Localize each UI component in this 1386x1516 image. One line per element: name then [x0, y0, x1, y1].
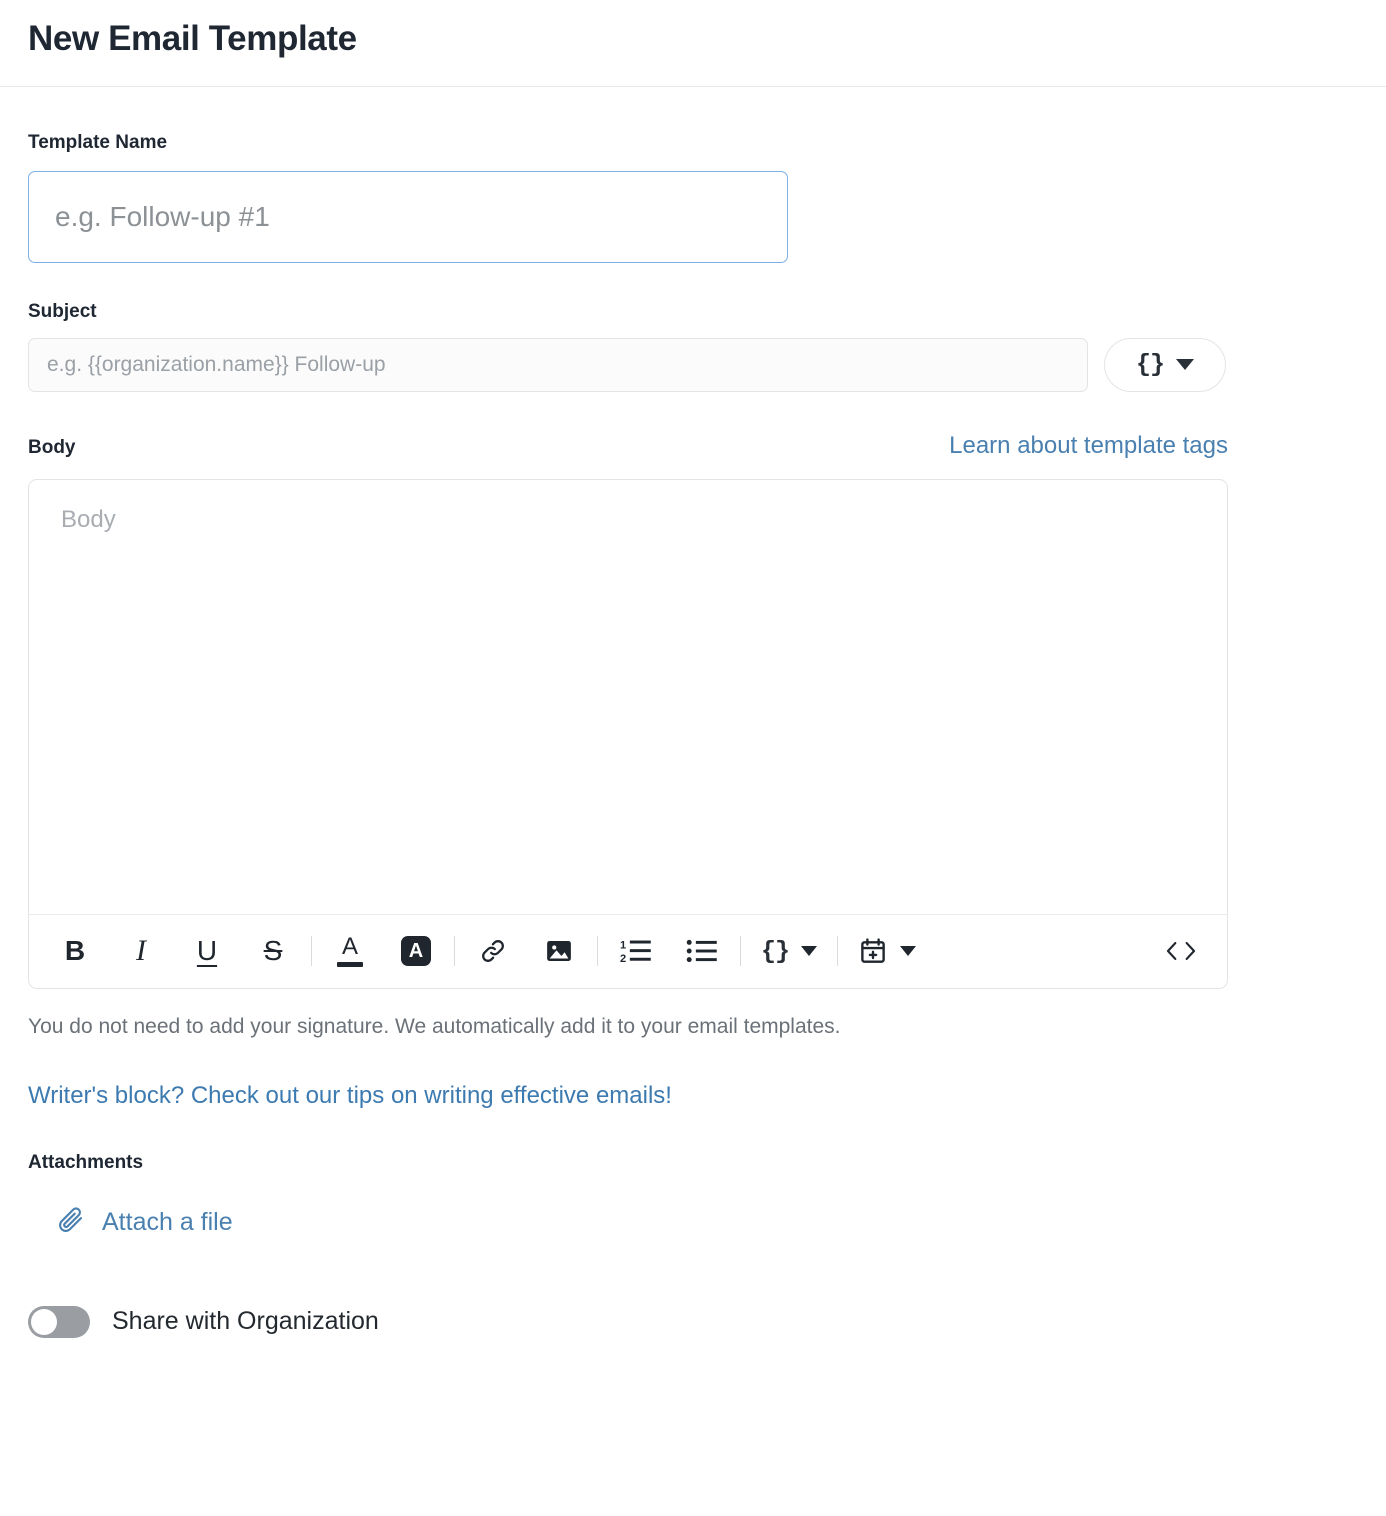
highlight-color-button[interactable]: A: [392, 927, 440, 975]
braces-icon: {}: [761, 936, 790, 966]
share-with-organization-toggle[interactable]: [28, 1305, 90, 1338]
svg-text:1: 1: [620, 940, 626, 952]
subject-input[interactable]: [28, 337, 1088, 392]
subject-field-group: Subject {}: [28, 263, 1358, 392]
image-icon: [544, 936, 574, 966]
strikethrough-icon: S: [263, 935, 283, 967]
page-title: New Email Template: [28, 19, 357, 58]
body-label: Body: [28, 436, 76, 458]
schedule-button[interactable]: [852, 927, 922, 975]
rich-text-editor: Body B I U S A A 1 2 {}: [28, 478, 1228, 989]
signature-note: You do not need to add your signature. W…: [28, 1014, 841, 1038]
braces-icon: {}: [1135, 350, 1165, 380]
template-name-field-group: Template Name: [28, 87, 1358, 263]
body-field-group: Body Learn about template tags Body B I …: [28, 392, 1358, 1110]
bold-button[interactable]: B: [51, 927, 99, 975]
template-tag-button[interactable]: {}: [755, 927, 823, 975]
body-header-row: Body Learn about template tags: [28, 432, 1228, 460]
email-template-form: Template Name Subject {} Body Learn abou…: [0, 87, 1386, 1338]
attachments-label: Attachments: [28, 1151, 144, 1173]
underline-button[interactable]: U: [183, 927, 231, 975]
svg-text:2: 2: [620, 953, 626, 965]
share-with-organization-label: Share with Organization: [112, 1307, 379, 1336]
toolbar-divider: [454, 936, 455, 967]
chevron-down-icon: [900, 946, 917, 957]
body-placeholder: Body: [61, 505, 116, 533]
subject-template-tag-button[interactable]: {}: [1104, 337, 1226, 392]
code-brackets-icon: [1164, 937, 1198, 965]
attach-a-file-label: Attach a file: [102, 1207, 233, 1236]
toolbar-divider: [837, 936, 839, 967]
source-code-button[interactable]: [1157, 927, 1205, 975]
text-color-button[interactable]: A: [326, 927, 374, 975]
link-button[interactable]: [469, 927, 517, 975]
bullet-list-icon: [686, 936, 718, 966]
chevron-down-icon: [801, 946, 818, 957]
calendar-plus-icon: [858, 936, 888, 966]
attach-a-file-button[interactable]: Attach a file: [28, 1205, 233, 1240]
subject-label: Subject: [28, 300, 97, 322]
italic-button[interactable]: I: [117, 927, 165, 975]
attachments-section: Attachments Attach a file: [28, 1110, 1358, 1240]
toolbar-divider: [740, 936, 741, 967]
writers-block-link[interactable]: Writer's block? Check out our tips on wr…: [28, 1082, 672, 1110]
editor-toolbar: B I U S A A 1 2 {}: [29, 913, 1227, 988]
template-name-label: Template Name: [28, 132, 168, 153]
toggle-knob: [31, 1308, 57, 1335]
toolbar-divider: [311, 936, 312, 967]
underline-icon: U: [196, 935, 218, 967]
learn-about-template-tags-link[interactable]: Learn about template tags: [949, 432, 1228, 460]
ordered-list-button[interactable]: 1 2: [612, 927, 660, 975]
toolbar-divider: [597, 936, 598, 967]
bold-icon: B: [64, 935, 86, 967]
paperclip-icon: [56, 1205, 86, 1240]
ordered-list-icon: 1 2: [620, 936, 652, 966]
italic-icon: I: [136, 934, 146, 968]
subject-row: {}: [28, 337, 1358, 392]
strikethrough-button[interactable]: S: [249, 927, 297, 975]
body-editor-canvas[interactable]: Body: [29, 480, 1227, 914]
bullet-list-button[interactable]: [678, 927, 726, 975]
image-button[interactable]: [535, 927, 583, 975]
text-color-icon: A: [337, 935, 363, 968]
page-header: New Email Template: [0, 0, 1386, 87]
share-with-organization-row: Share with Organization: [28, 1240, 1358, 1338]
chevron-down-icon: [1176, 359, 1194, 371]
link-icon: [477, 935, 509, 967]
template-name-input[interactable]: [28, 170, 788, 263]
highlight-color-icon: A: [401, 936, 431, 967]
